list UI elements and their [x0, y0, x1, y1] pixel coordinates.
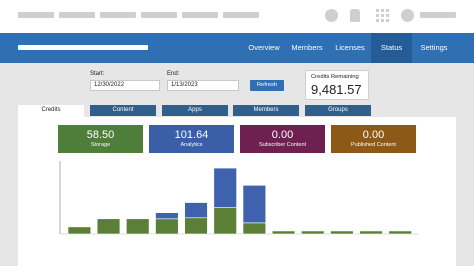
placeholder-menu-4[interactable] — [141, 12, 177, 18]
stat-storage-value: 58.50 — [86, 129, 115, 141]
bar-segment-5-series-0[interactable] — [213, 207, 237, 235]
bar-segment-9-series-0[interactable] — [330, 230, 354, 235]
start-date-input[interactable]: 12/30/2022 — [90, 80, 160, 91]
nav-licenses[interactable]: Licenses — [330, 33, 370, 63]
nav-members[interactable]: Members — [287, 33, 327, 63]
nav-settings[interactable]: Settings — [414, 33, 454, 63]
end-date-input[interactable]: 1/13/2023 — [167, 80, 239, 91]
credits-remaining-value: 9,481.57 — [311, 82, 362, 97]
refresh-button[interactable]: Refresh — [250, 80, 284, 91]
end-label: End: — [167, 71, 180, 77]
stat-storage: 58.50 Storage — [58, 125, 143, 153]
circle-icon[interactable] — [325, 9, 338, 22]
document-icon[interactable] — [350, 9, 360, 22]
bar-segment-7-series-0[interactable] — [271, 230, 296, 235]
tab-apps[interactable]: Apps — [162, 105, 228, 116]
bar-segment-2-series-0[interactable] — [126, 218, 150, 235]
bar-segment-11-series-0[interactable] — [388, 230, 412, 235]
placeholder-menu-6[interactable] — [223, 12, 259, 18]
bar-segment-5-series-1[interactable] — [213, 167, 237, 208]
nav-status[interactable]: Status — [371, 33, 412, 63]
tab-members[interactable]: Members — [233, 105, 299, 116]
top-chrome — [0, 0, 474, 33]
placeholder-menu-3[interactable] — [100, 12, 136, 18]
bar-segment-3-series-1[interactable] — [155, 212, 179, 220]
tab-groups[interactable]: Groups — [305, 105, 371, 116]
bar-segment-6-series-0[interactable] — [242, 222, 267, 235]
tab-content[interactable]: Content — [90, 105, 156, 116]
app-title-placeholder — [18, 45, 148, 50]
bar-segment-8-series-0[interactable] — [301, 230, 325, 235]
bar-segment-10-series-0[interactable] — [359, 230, 383, 235]
credits-panel: 58.50 Storage 101.64 Analytics 0.00 Subs… — [18, 117, 456, 266]
bar-segment-4-series-1[interactable] — [184, 202, 208, 219]
stat-subscriber-value: 0.00 — [271, 129, 294, 141]
nav-overview[interactable]: Overview — [245, 33, 283, 63]
placeholder-menu-5[interactable] — [182, 12, 218, 18]
stat-published-content: 0.00 Published Content — [331, 125, 416, 153]
bar-segment-1-series-0[interactable] — [96, 218, 121, 235]
app-window: Overview Members Licenses Status Setting… — [0, 0, 474, 266]
placeholder-menu-2[interactable] — [59, 12, 95, 18]
start-label: Start: — [90, 71, 105, 77]
stat-analytics: 101.64 Analytics — [149, 125, 234, 153]
avatar-icon[interactable] — [401, 9, 414, 22]
stat-published-caption: Published Content — [351, 142, 396, 148]
bar-segment-6-series-1[interactable] — [242, 185, 267, 224]
placeholder-user-name[interactable] — [420, 12, 456, 18]
stat-subscriber-caption: Subscriber Content — [258, 142, 307, 148]
stat-analytics-caption: Analytics — [180, 142, 203, 148]
app-grid-icon[interactable] — [376, 9, 389, 22]
placeholder-menu-1[interactable] — [18, 12, 54, 18]
credits-remaining-label: Credits Remaining — [311, 74, 359, 80]
bar-segment-3-series-0[interactable] — [155, 218, 179, 235]
bar-segment-4-series-0[interactable] — [184, 217, 208, 235]
stat-storage-caption: Storage — [90, 142, 111, 148]
credits-remaining-box: Credits Remaining 9,481.57 — [305, 70, 369, 100]
navigation-bar: Overview Members Licenses Status Setting… — [0, 33, 474, 63]
stat-subscriber-content: 0.00 Subscriber Content — [240, 125, 325, 153]
stat-analytics-value: 101.64 — [174, 129, 209, 141]
credits-bar-chart — [59, 161, 418, 235]
bar-segment-0-series-0[interactable] — [67, 226, 92, 235]
stat-published-value: 0.00 — [362, 129, 385, 141]
